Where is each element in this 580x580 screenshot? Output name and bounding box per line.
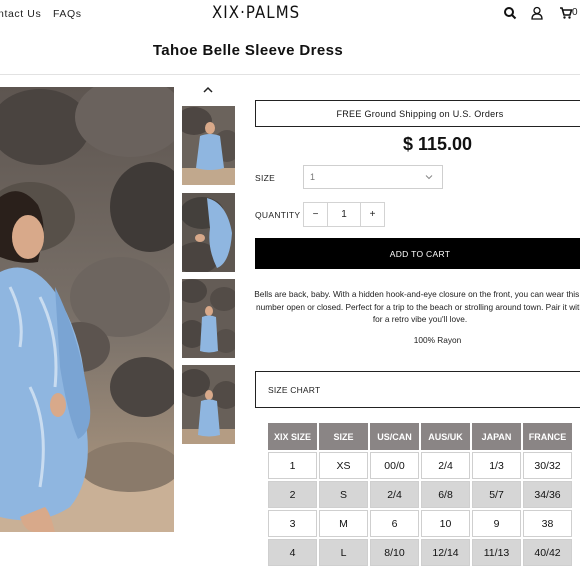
table-cell: 38: [523, 510, 572, 537]
table-cell: 2/4: [370, 481, 419, 508]
table-cell: 00/0: [370, 452, 419, 479]
quantity-increase-button[interactable]: +: [360, 202, 385, 227]
size-select-value: 1: [310, 172, 316, 182]
column-header: US/CAN: [370, 423, 419, 450]
quantity-label: QUANTITY: [255, 210, 301, 220]
chevron-up-icon[interactable]: [200, 84, 216, 96]
table-cell: 2/4: [421, 452, 470, 479]
fabric-info: 100% Rayon: [413, 335, 462, 345]
size-select[interactable]: 1: [303, 165, 443, 189]
table-cell: 1: [268, 452, 317, 479]
table-cell: 34/36: [523, 481, 572, 508]
thumbnail-2[interactable]: [182, 193, 235, 272]
quantity-decrease-button[interactable]: −: [303, 202, 328, 227]
table-cell: 6: [370, 510, 419, 537]
quantity-input[interactable]: 1: [327, 202, 361, 227]
thumbnail-1[interactable]: [182, 106, 235, 185]
table-cell: XS: [319, 452, 368, 479]
product-title: Tahoe Belle Sleeve Dress: [152, 42, 344, 59]
table-cell: 9: [472, 510, 521, 537]
description-line: number open or closed. Perfect for a tri…: [256, 301, 580, 312]
table-cell: 11/13: [472, 539, 521, 566]
table-cell: M: [319, 510, 368, 537]
table-cell: L: [319, 539, 368, 566]
cart-icon[interactable]: [559, 6, 573, 20]
table-row: 2 S 2/4 6/8 5/7 34/36: [268, 481, 572, 508]
table-row: 3 M 6 10 9 38: [268, 510, 572, 537]
nav-link-contact-us[interactable]: ntact Us: [0, 8, 41, 20]
header-divider: [0, 74, 580, 75]
table-cell: 1/3: [472, 452, 521, 479]
brand-logo[interactable]: XIX·PALMS: [212, 3, 300, 23]
product-description: Bells are back, baby. With a hidden hook…: [245, 288, 580, 326]
size-chart-table: XIX SIZE SIZE US/CAN AUS/UK JAPAN FRANCE…: [266, 421, 574, 568]
table-row: 4 L 8/10 12/14 11/13 40/42: [268, 539, 572, 566]
table-cell: 4: [268, 539, 317, 566]
nav-link-faqs[interactable]: FAQs: [53, 8, 82, 20]
shipping-banner: FREE Ground Shipping on U.S. Orders: [255, 100, 580, 127]
chevron-down-icon: [425, 175, 433, 180]
table-cell: 10: [421, 510, 470, 537]
user-icon[interactable]: [530, 6, 544, 20]
table-cell: 30/32: [523, 452, 572, 479]
description-line: for a retro vibe you'll love.: [372, 314, 468, 324]
table-cell: 40/42: [523, 539, 572, 566]
product-price: $ 115.00: [402, 134, 473, 154]
table-cell: S: [319, 481, 368, 508]
column-header: SIZE: [319, 423, 368, 450]
thumbnail-4[interactable]: [182, 365, 235, 444]
table-cell: 12/14: [421, 539, 470, 566]
column-header: JAPAN: [472, 423, 521, 450]
column-header: AUS/UK: [421, 423, 470, 450]
table-header-row: XIX SIZE SIZE US/CAN AUS/UK JAPAN FRANCE: [268, 423, 572, 450]
table-cell: 6/8: [421, 481, 470, 508]
size-label: SIZE: [255, 173, 276, 183]
cart-count[interactable]: 0: [572, 7, 578, 18]
main-product-image[interactable]: [0, 87, 174, 532]
table-row: 1 XS 00/0 2/4 1/3 30/32: [268, 452, 572, 479]
table-cell: 3: [268, 510, 317, 537]
column-header: XIX SIZE: [268, 423, 317, 450]
table-cell: 5/7: [472, 481, 521, 508]
size-chart-toggle[interactable]: SIZE CHART: [255, 371, 580, 408]
column-header: FRANCE: [523, 423, 572, 450]
table-cell: 8/10: [370, 539, 419, 566]
search-icon[interactable]: [503, 6, 517, 20]
thumbnail-3[interactable]: [182, 279, 235, 358]
description-line: Bells are back, baby. With a hidden hook…: [254, 289, 580, 299]
add-to-cart-button[interactable]: ADD TO CART: [255, 238, 580, 269]
table-cell: 2: [268, 481, 317, 508]
